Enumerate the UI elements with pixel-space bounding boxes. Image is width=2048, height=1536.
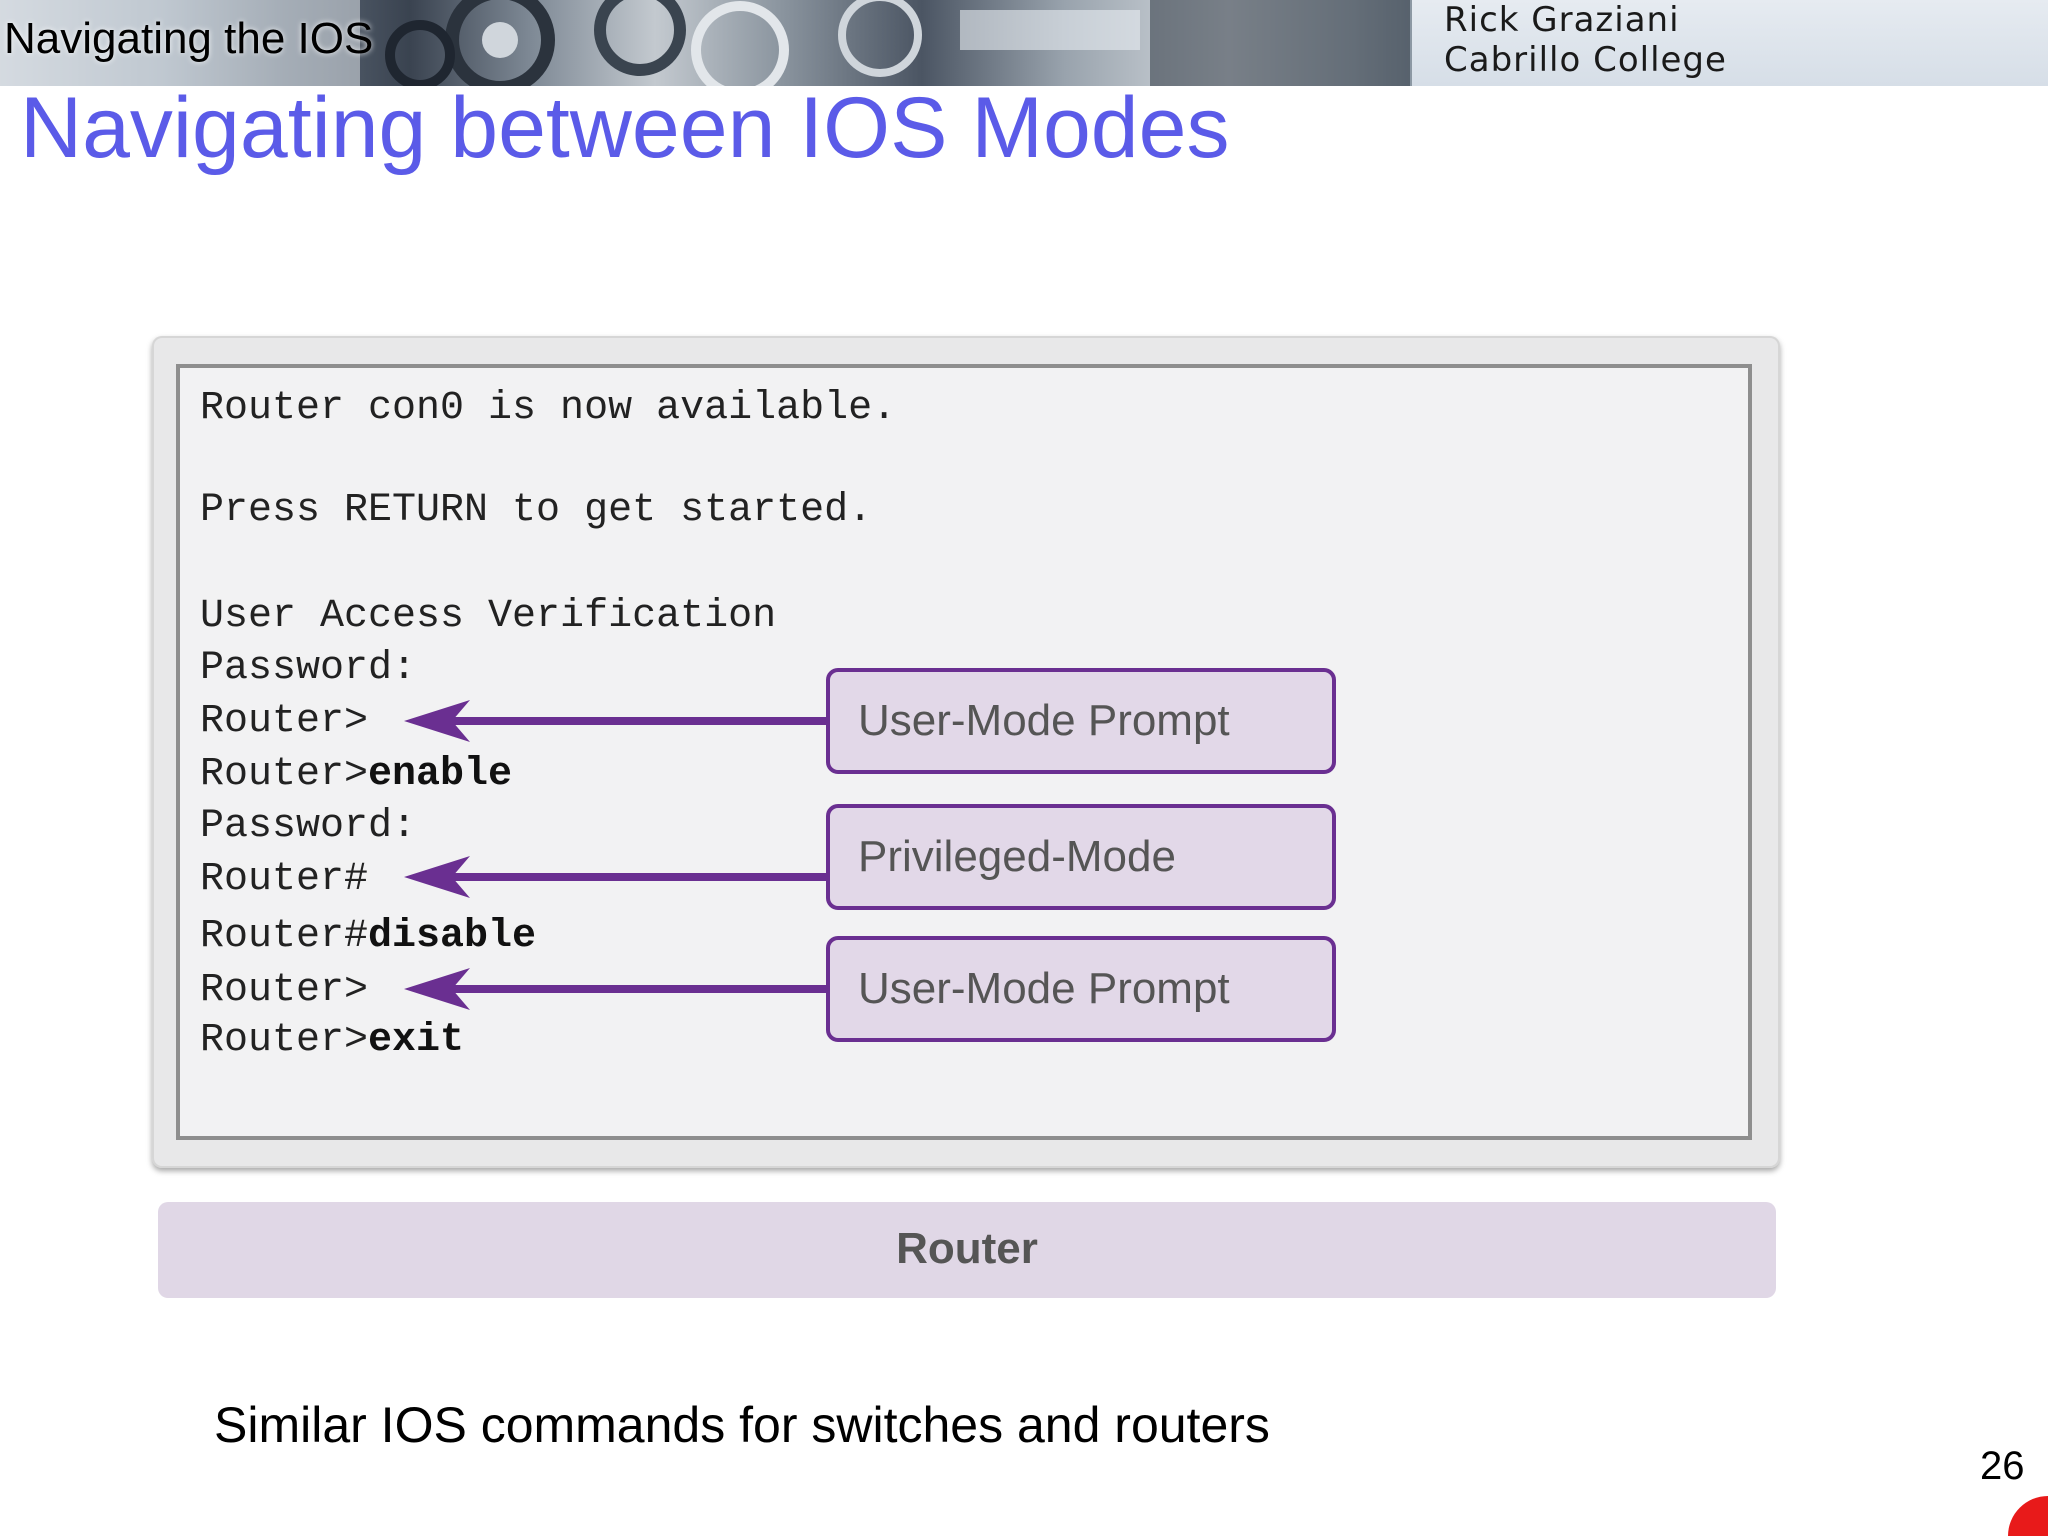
terminal-text: User Access Verification [200,594,777,639]
terminal-line: Password: [200,646,416,692]
terminal-line: Router>exit [200,1018,464,1064]
terminal-text: Router> [200,1018,369,1063]
terminal-text: Press RETURN to get started. [200,488,873,533]
terminal-line: Password: [200,804,416,850]
header-banner: Navigating the IOS Rick Graziani Cabrill… [0,0,2048,86]
terminal-text: Password: [200,804,417,849]
device-label-bar: Router [158,1202,1776,1298]
section-label: Navigating the IOS [4,14,374,63]
slide: Navigating the IOS Rick Graziani Cabrill… [0,0,2048,1536]
callout-label: User-Mode Prompt [858,964,1230,1013]
terminal-line: Router#disable [200,914,536,960]
terminal-text: Router> [200,752,369,797]
callout-privileged-mode: Privileged-Mode [826,804,1336,910]
callout-user-mode-prompt-2: User-Mode Prompt [826,936,1336,1042]
footer-note: Similar IOS commands for switches and ro… [214,1397,1270,1453]
callout-user-mode-prompt: User-Mode Prompt [826,668,1336,774]
slide-title: Navigating between IOS Modes [20,80,1230,176]
author-credit: Rick Graziani Cabrillo College [1444,0,1727,80]
terminal-command: disable [368,914,537,959]
red-dot-marker [2008,1496,2048,1536]
terminal-text: Router con0 is now available. [200,386,897,431]
terminal-text: Router> [200,968,369,1013]
terminal-command: exit [368,1018,465,1063]
callout-label: Privileged-Mode [858,832,1176,881]
callout-label: User-Mode Prompt [858,696,1230,745]
terminal-line: Router con0 is now available. [200,386,896,432]
terminal-line: Press RETURN to get started. [200,488,872,534]
terminal-line: Router> [200,968,368,1014]
terminal-text: Router# [200,914,369,959]
terminal-line: Router# [200,857,368,903]
terminal-line: User Access Verification [200,594,776,640]
terminal-text: Router> [200,699,369,744]
terminal-command: enable [368,752,513,797]
terminal-text: Router# [200,857,369,902]
terminal-line: Router>enable [200,752,512,798]
author-school: Cabrillo College [1444,40,1727,80]
page-number: 26 [1980,1444,2025,1488]
terminal-line: Router> [200,699,368,745]
terminal-text: Password: [200,646,417,691]
author-name: Rick Graziani [1444,0,1680,40]
device-label: Router [896,1224,1038,1273]
